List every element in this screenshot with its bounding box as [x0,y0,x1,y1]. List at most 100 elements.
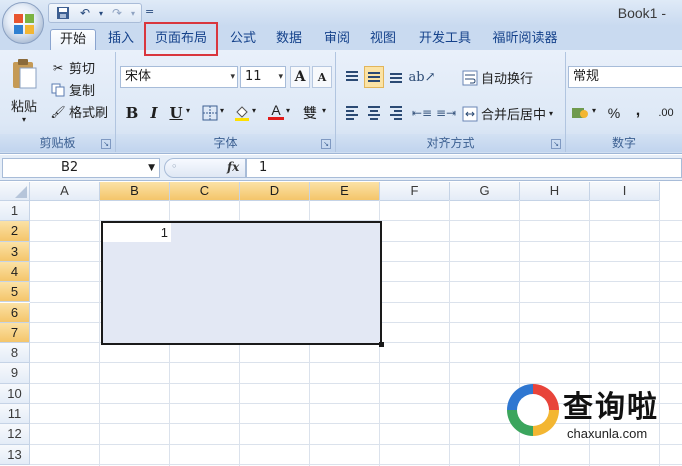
row-header[interactable]: 3 [0,241,30,262]
font-name-select[interactable]: 宋体 ▾ [120,66,238,88]
chevron-down-icon[interactable]: ▾ [592,106,596,115]
ribbon: 粘贴 ▾ ✂ 剪切 复制 🖌 格式刷 剪贴板 ↘ 宋体 ▾ 11 ▾ A A B… [0,50,682,154]
brush-icon: 🖌 [50,104,66,119]
paste-button[interactable]: 粘贴 ▾ [6,58,42,124]
select-all-corner[interactable] [0,182,30,201]
percent-button[interactable]: % [604,102,624,124]
row-header[interactable]: 6 [0,302,30,323]
clipboard-group-label: 剪贴板 [0,134,115,152]
chevron-down-icon[interactable]: ▾ [322,106,326,115]
fill-handle[interactable] [379,342,384,347]
row-header[interactable]: 12 [0,424,30,445]
customize-toolbar-button[interactable]: = [145,5,154,18]
tab-home[interactable]: 开始 [50,29,96,50]
tab-formulas[interactable]: 公式 [224,29,262,50]
font-color-button[interactable]: A [266,100,286,122]
column-header[interactable]: B [100,182,170,201]
row-header[interactable]: 13 [0,444,30,465]
column-header[interactable]: H [520,182,590,201]
redo-icon[interactable]: ↷ [107,5,127,21]
orientation-button[interactable]: ab↗ [409,66,436,88]
row-header[interactable]: 8 [0,343,30,364]
chevron-down-icon[interactable]: ▾ [252,106,256,115]
tab-view[interactable]: 视图 [364,29,402,50]
formula-input[interactable]: 1 [246,158,682,178]
fill-color-button[interactable] [232,102,252,124]
grid-row-line [30,463,682,465]
font-name-value: 宋体 [125,69,152,84]
corner-triangle-icon [15,186,27,198]
dropdown-arrow-icon[interactable]: ▾ [129,5,137,21]
copy-label: 复制 [69,84,96,99]
office-button[interactable] [2,2,44,44]
chevron-down-icon[interactable]: ▾ [220,106,224,115]
tab-foxit-reader[interactable]: 福昕阅读器 [486,29,564,50]
format-painter-button[interactable]: 🖌 格式刷 [50,102,108,122]
align-center-button[interactable] [364,102,384,124]
name-box[interactable]: B2 ▼ [2,158,160,178]
dropdown-arrow-icon[interactable]: ▾ [97,5,105,21]
column-header[interactable]: A [30,182,100,201]
undo-icon[interactable]: ↶ [75,5,95,21]
column-header[interactable]: E [310,182,380,201]
row-header[interactable]: 10 [0,383,30,404]
decrease-indent-button[interactable]: ⇤≡ [412,102,432,124]
column-header[interactable]: C [170,182,240,201]
cut-button[interactable]: ✂ 剪切 [50,58,95,78]
merge-center-button[interactable]: 合并后居中 ▾ [462,104,553,123]
column-header[interactable]: I [590,182,660,201]
row-header[interactable]: 11 [0,404,30,425]
row-header[interactable]: 5 [0,282,30,303]
comma-style-button[interactable]: , [628,100,648,122]
dialog-launcher-icon[interactable]: ↘ [101,139,111,149]
underline-button[interactable]: U [166,102,186,124]
font-color-letter: A [271,101,281,118]
phonetic-guide-button[interactable]: 雙 [300,102,320,124]
wrap-text-button[interactable]: 自动换行 [462,68,533,87]
align-middle-button[interactable] [364,66,384,88]
align-left-button[interactable] [342,102,362,124]
row-header[interactable]: 4 [0,261,30,283]
row-header[interactable]: 1 [0,201,30,222]
number-format-select[interactable]: 常规 [568,66,682,88]
align-bottom-button[interactable] [386,66,406,88]
insert-function-button[interactable]: fx [227,160,239,174]
shrink-font-button[interactable]: A [312,66,332,88]
borders-button[interactable] [200,102,220,124]
dialog-launcher-icon[interactable]: ↘ [321,139,331,149]
align-right-button[interactable] [386,102,406,124]
accounting-format-button[interactable] [570,102,590,124]
grow-font-button[interactable]: A [290,66,310,88]
tab-data[interactable]: 数据 [270,29,308,50]
highlight-box [144,22,218,56]
active-cell[interactable]: 1 [103,223,171,242]
increase-decimal-button[interactable]: .00 [652,102,680,124]
bold-button[interactable]: B [122,102,142,124]
copy-button[interactable]: 复制 [50,80,95,99]
office-logo-icon [14,14,34,34]
chevron-down-icon[interactable]: ▾ [186,106,190,115]
row-header[interactable]: 2 [0,221,30,242]
chevron-down-icon[interactable]: ▼ [148,159,155,177]
tab-insert[interactable]: 插入 [100,29,142,50]
column-header[interactable]: G [450,182,520,201]
chevron-down-icon[interactable]: ▾ [286,106,290,115]
wrap-text-icon [462,70,478,86]
increase-indent-button[interactable]: ≡⇥ [436,102,456,124]
row-header[interactable]: 7 [0,322,30,344]
copy-icon [50,82,66,98]
decimal-label: .00 [658,107,674,119]
font-size-select[interactable]: 11 ▾ [240,66,286,88]
row-header[interactable]: 9 [0,363,30,384]
chevron-down-icon[interactable]: ▾ [549,109,553,118]
column-header[interactable]: F [380,182,450,201]
align-top-button[interactable] [342,66,362,88]
tab-review[interactable]: 审阅 [318,29,356,50]
quick-access-toolbar: ↶ ▾ ↷ ▾ [48,3,142,23]
tab-developer[interactable]: 开发工具 [412,29,478,50]
save-icon[interactable] [53,5,73,21]
align-middle-icon [365,68,383,86]
column-header[interactable]: D [240,182,310,201]
italic-button[interactable]: I [144,102,164,124]
dialog-launcher-icon[interactable]: ↘ [551,139,561,149]
